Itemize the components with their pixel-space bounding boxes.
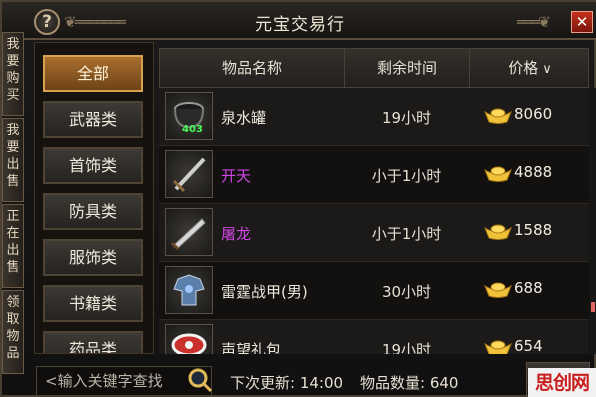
blade-icon: [170, 218, 206, 251]
category-potions-button[interactable]: 药品类: [43, 331, 143, 353]
category-books-button[interactable]: 书籍类: [43, 285, 143, 322]
item-name: 开天: [221, 167, 252, 185]
search-icon[interactable]: [186, 366, 214, 394]
category-panel: 全部 武器类 首饰类 防具类 服饰类 书籍类 药品类: [34, 42, 154, 354]
item-price: 688: [484, 279, 543, 298]
item-thumbnail: [165, 208, 213, 256]
gold-ingot-icon: [484, 340, 512, 354]
next-refresh-time: 下次更新: 14:00: [230, 374, 344, 392]
side-tab-label: 正在出售: [6, 209, 20, 275]
item-price: 8060: [484, 105, 552, 124]
table-header: 物品名称 剩余时间 价格 ∨: [159, 48, 589, 88]
gift-box-icon: [171, 333, 207, 354]
item-time-left: 30小时: [381, 283, 432, 301]
item-time-left: 19小时: [381, 109, 432, 127]
item-name: 雷霆战甲(男): [221, 283, 308, 301]
item-name: 声望礼包: [221, 341, 282, 354]
table-row[interactable]: 声望礼包 19小时 654: [159, 320, 589, 354]
item-price: 1588: [484, 221, 552, 240]
item-name: 泉水罐: [221, 109, 267, 127]
item-time-left: 小于1小时: [371, 167, 442, 185]
category-jewelry-button[interactable]: 首饰类: [43, 147, 143, 184]
item-price-value: 1588: [514, 221, 553, 239]
item-price: 654: [484, 337, 543, 354]
item-price-value: 4888: [514, 163, 553, 181]
trade-window: ? ❦═══════ 元宝交易行 ═══❦ ✕ 我要购买 我要出售 正在出售 领…: [0, 0, 596, 397]
close-button[interactable]: ✕: [571, 11, 593, 33]
item-time-left: 19小时: [381, 341, 432, 354]
sword-icon: [172, 157, 206, 193]
table-row[interactable]: 雷霆战甲(男) 30小时 688: [159, 262, 589, 320]
title-bar: ? ❦═══════ 元宝交易行 ═══❦ ✕: [2, 2, 596, 40]
item-thumbnail: [165, 266, 213, 314]
item-thumbnail: 403: [165, 92, 213, 140]
column-header-time: 剩余时间: [345, 49, 470, 87]
column-header-price[interactable]: 价格 ∨: [470, 49, 590, 87]
item-count: 物品数量: 640: [360, 374, 459, 392]
table-row[interactable]: 开天 小于1小时 4888: [159, 146, 589, 204]
side-tab-label: 我要购买: [6, 37, 20, 103]
armor-icon: [173, 274, 205, 306]
item-list: 403 泉水罐 19小时 8060 开天 小于1小时 4888 屠龙 小于1小时…: [159, 88, 589, 354]
side-tab-collect[interactable]: 领取物品: [2, 290, 24, 374]
gold-ingot-icon: [484, 224, 512, 240]
category-all-button[interactable]: 全部: [43, 55, 143, 92]
item-thumbnail: [165, 150, 213, 198]
gold-ingot-icon: [484, 282, 512, 298]
item-time-left: 小于1小时: [371, 225, 442, 243]
gold-ingot-icon: [484, 166, 512, 182]
gold-ingot-icon: [484, 108, 512, 124]
category-clothing-button[interactable]: 服饰类: [43, 239, 143, 276]
category-weapons-button[interactable]: 武器类: [43, 101, 143, 138]
list-scrollbar[interactable]: [590, 88, 596, 354]
side-tab-label: 领取物品: [6, 295, 20, 361]
item-price-value: 8060: [514, 105, 553, 123]
column-header-name: 物品名称: [160, 49, 345, 87]
item-price-value: 654: [514, 337, 543, 354]
site-watermark: 思创网: [528, 368, 596, 397]
category-armor-button[interactable]: 防具类: [43, 193, 143, 230]
chevron-down-icon: ∨: [542, 62, 552, 77]
window-title: 元宝交易行: [255, 15, 345, 35]
item-thumbnail: [165, 324, 213, 354]
side-tab-selling[interactable]: 正在出售: [2, 204, 24, 288]
item-name: 屠龙: [221, 225, 252, 243]
item-quantity: 403: [182, 124, 203, 135]
scrollbar-thumb[interactable]: [591, 302, 595, 312]
table-row[interactable]: 屠龙 小于1小时 1588: [159, 204, 589, 262]
item-price-value: 688: [514, 279, 543, 297]
side-tab-label: 我要出售: [6, 123, 20, 189]
table-row[interactable]: 403 泉水罐 19小时 8060: [159, 88, 589, 146]
price-header-label: 价格: [508, 59, 539, 77]
side-tab-buy[interactable]: 我要购买: [2, 32, 24, 116]
side-tab-sell[interactable]: 我要出售: [2, 118, 24, 202]
item-price: 4888: [484, 163, 552, 182]
title-ornament-right-icon: ═══❦: [517, 13, 551, 31]
